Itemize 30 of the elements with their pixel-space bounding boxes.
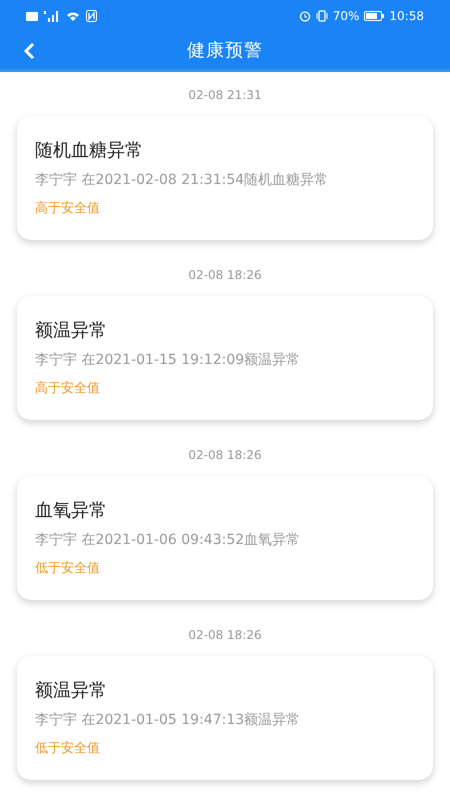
alert-card[interactable]: 额温异常 李宁宇 在2021-01-05 19:47:13额温异常 低于安全值 xyxy=(17,656,433,780)
alert-title: 额温异常 xyxy=(35,319,107,343)
alert-level: 低于安全值 xyxy=(35,560,100,578)
alert-detail: 李宁宇 在2021-01-15 19:12:09额温异常 xyxy=(35,351,300,370)
alert-level: 低于安全值 xyxy=(35,740,100,758)
signal-icon xyxy=(44,10,60,22)
alert-detail: 李宁宇 在2021-01-06 09:43:52血氧异常 xyxy=(35,531,300,550)
battery-icon xyxy=(364,11,384,21)
back-icon xyxy=(23,42,35,60)
alert-timestamp: 02-08 18:26 xyxy=(188,267,262,284)
battery-percent: 70% xyxy=(332,8,360,25)
alarm-icon xyxy=(298,10,311,22)
clock-time: 10:58 xyxy=(389,8,424,25)
alert-title: 血氧异常 xyxy=(35,499,107,523)
alert-title: 额温异常 xyxy=(35,679,107,703)
page-title: 健康预警 xyxy=(187,39,263,63)
alert-level: 高于安全值 xyxy=(35,380,100,398)
nfc-icon xyxy=(86,10,97,22)
alert-timestamp: 02-08 21:31 xyxy=(188,87,262,104)
alert-card[interactable]: 额温异常 李宁宇 在2021-01-15 19:12:09额温异常 高于安全值 xyxy=(17,296,433,420)
alert-timestamp: 02-08 18:26 xyxy=(188,447,262,464)
alert-title: 随机血糖异常 xyxy=(35,139,143,163)
wifi-icon xyxy=(66,10,80,22)
vibrate-icon xyxy=(316,10,328,22)
alert-detail: 李宁宇 在2021-01-05 19:47:13额温异常 xyxy=(35,711,300,730)
alert-detail: 李宁宇 在2021-02-08 21:31:54随机血糖异常 xyxy=(35,171,328,190)
alert-level: 高于安全值 xyxy=(35,200,100,218)
alert-card[interactable]: 血氧异常 李宁宇 在2021-01-06 09:43:52血氧异常 低于安全值 xyxy=(17,476,433,600)
alert-timestamp: 02-08 18:26 xyxy=(188,627,262,644)
alert-card[interactable]: 随机血糖异常 李宁宇 在2021-02-08 21:31:54随机血糖异常 高于安全值 xyxy=(17,116,433,240)
